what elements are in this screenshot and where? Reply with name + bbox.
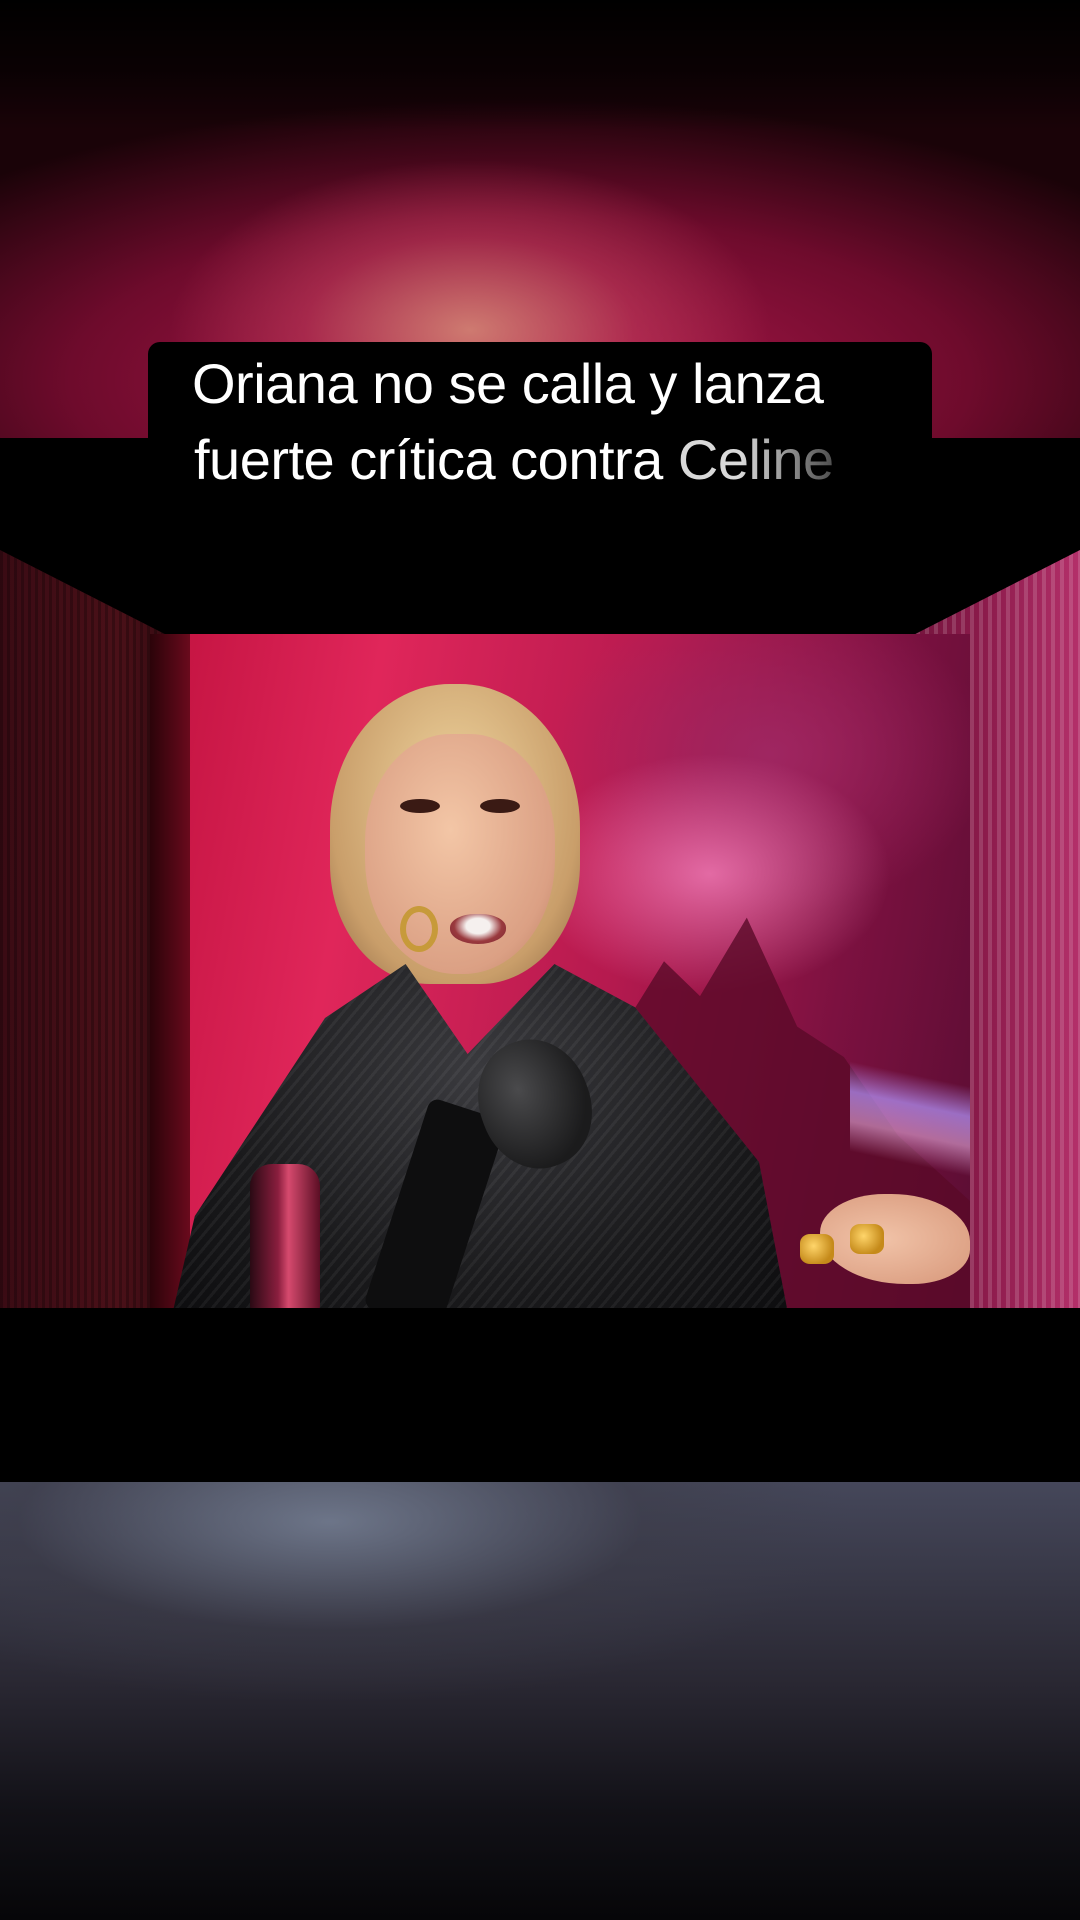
studio-wall	[150, 634, 190, 1310]
speaker-earring	[400, 906, 438, 952]
drink-bottle	[250, 1164, 320, 1310]
caption-line-2-main: fuerte crítica contra	[194, 428, 678, 491]
video-frame: Oriana no se calla y lanza fuerte crític…	[0, 0, 1080, 1920]
caption-line-1: Oriana no se calla y lanza	[192, 352, 824, 415]
speaker-eye-left	[400, 799, 440, 813]
speaker-mouth	[450, 914, 506, 944]
speaker-eye-right	[480, 799, 520, 813]
top-shadow	[0, 0, 1080, 130]
letterbox-band-bottom	[0, 1308, 1080, 1482]
blurred-backdrop-bottom	[0, 1482, 1080, 1920]
caption-line-2-tail: Celine	[677, 428, 834, 491]
gold-ring	[850, 1224, 884, 1254]
gold-ring	[800, 1234, 834, 1264]
podcast-video[interactable]	[150, 634, 970, 1310]
caption-line-2: fuerte crítica contra Celine	[194, 428, 834, 492]
